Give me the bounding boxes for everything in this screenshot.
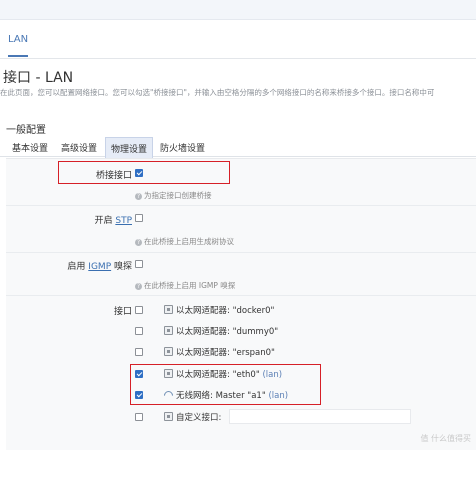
stp-link[interactable]: STP xyxy=(115,216,132,226)
igmp-label: 启用 IGMP 嗅探 xyxy=(67,262,132,272)
page-title: 接口 - LAN xyxy=(3,70,74,86)
highlight-box-bridge xyxy=(58,161,230,184)
interface-label-erspan0: 以太网适配器: "erspan0" xyxy=(176,348,275,358)
subtab-physical[interactable]: 物理设置 xyxy=(105,137,154,158)
stp-label: 开启 STP xyxy=(94,216,132,226)
tab-strip: LAN xyxy=(0,20,476,59)
tab-lan[interactable]: LAN xyxy=(8,34,29,57)
config-subtabs: 基本设置 高级设置 物理设置 防火墙设置 xyxy=(0,137,476,158)
row-divider xyxy=(6,252,476,253)
stp-checkbox[interactable] xyxy=(135,214,143,222)
stp-hint: ? 在此桥接上启用生成树协议 xyxy=(135,237,234,246)
highlight-box-interfaces xyxy=(130,364,321,405)
interface-label-custom: 自定义接口: xyxy=(176,413,222,423)
section-title: 一般配置 xyxy=(6,125,46,136)
top-bar xyxy=(0,0,476,20)
igmp-checkbox[interactable] xyxy=(135,260,143,268)
watermark: 值 什么值得买 xyxy=(420,434,471,443)
ethernet-adapter-icon xyxy=(164,347,173,356)
ethernet-adapter-icon xyxy=(164,326,173,335)
interface-checkbox-docker0[interactable] xyxy=(135,306,143,314)
interface-checkbox-erspan0[interactable] xyxy=(135,348,143,356)
row-divider xyxy=(6,295,476,296)
subtab-firewall[interactable]: 防火墙设置 xyxy=(160,141,205,154)
interface-checkbox-custom[interactable] xyxy=(135,413,143,421)
row-divider xyxy=(6,205,476,206)
interfaces-label: 接口 xyxy=(113,307,132,317)
interface-label-docker0: 以太网适配器: "docker0" xyxy=(176,306,275,316)
page-description: 在此页面，您可以配置网络接口。您可以勾选"桥接接口"，并输入由空格分隔的多个网络… xyxy=(0,88,435,97)
help-icon: ? xyxy=(135,282,142,290)
bridge-hint: ? 为指定接口创建桥接 xyxy=(135,191,212,200)
igmp-link[interactable]: IGMP xyxy=(88,262,111,272)
custom-interface-input[interactable] xyxy=(229,409,411,424)
help-icon: ? xyxy=(135,192,142,200)
footer-area xyxy=(0,450,476,477)
ethernet-adapter-icon xyxy=(164,412,173,421)
subtab-advanced[interactable]: 高级设置 xyxy=(61,141,97,154)
ethernet-adapter-icon xyxy=(164,305,173,314)
help-icon: ? xyxy=(135,238,142,246)
interface-label-dummy0: 以太网适配器: "dummy0" xyxy=(176,327,279,337)
interface-checkbox-dummy0[interactable] xyxy=(135,327,143,335)
subtab-basic[interactable]: 基本设置 xyxy=(12,141,48,154)
igmp-hint: ? 在此桥接上启用 IGMP 嗅探 xyxy=(135,281,236,290)
